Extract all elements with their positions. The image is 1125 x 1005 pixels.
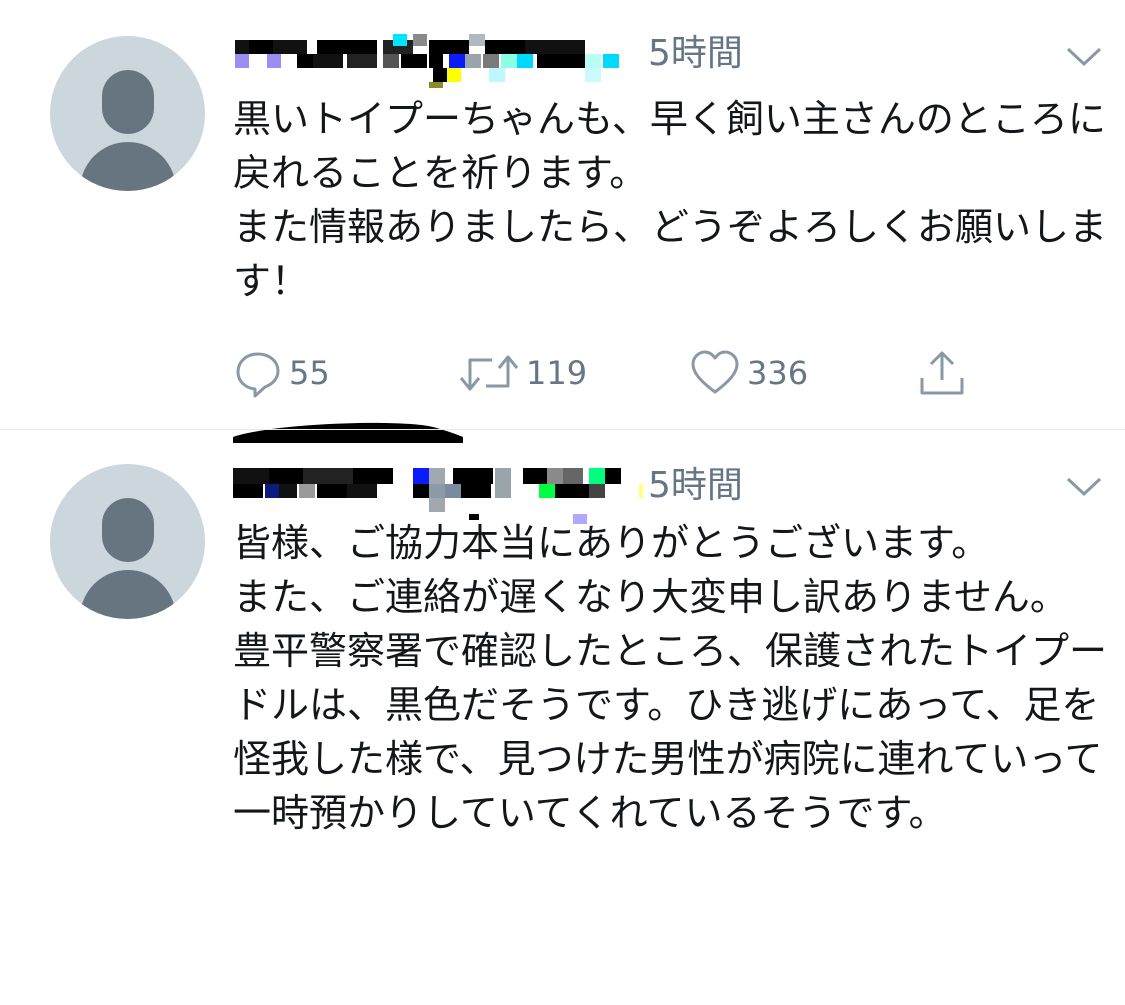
- like-button[interactable]: 336: [689, 345, 808, 401]
- retweet-icon: [459, 355, 519, 391]
- tweet-timestamp[interactable]: 5時間: [648, 466, 743, 506]
- reply-icon: [236, 352, 280, 398]
- reply-button[interactable]: 55: [233, 345, 330, 401]
- tweet-2[interactable]: 5時間 皆様、ご協力本当にありがとうございます。 また、ご連絡が遅くなり大変申し…: [0, 430, 1125, 1005]
- censored-username: [233, 464, 643, 524]
- chevron-down-icon[interactable]: [1066, 476, 1102, 498]
- chevron-down-icon[interactable]: [1066, 46, 1102, 68]
- retweet-button[interactable]: 119: [458, 345, 587, 401]
- share-button[interactable]: [916, 345, 968, 401]
- tweet-text: 黒いトイプーちゃんも、早く飼い主さんのところに戻れることを祈ります。 また情報あ…: [233, 97, 1108, 303]
- tweet-1[interactable]: 5時間 黒いトイプーちゃんも、早く飼い主さんのところに戻れることを祈ります。 ま…: [0, 0, 1125, 430]
- retweet-count: 119: [526, 354, 588, 392]
- share-icon: [920, 351, 964, 395]
- tweet-text: 皆様、ご協力本当にありがとうございます。 また、ご連絡が遅くなり大変申し訳ありま…: [233, 521, 1108, 835]
- tweet-actions: 55 119 336: [233, 345, 993, 401]
- like-count: 336: [747, 354, 809, 392]
- tweet-timestamp[interactable]: 5時間: [648, 34, 743, 74]
- reply-count: 55: [289, 354, 330, 392]
- heart-icon: [691, 350, 739, 394]
- default-avatar-icon[interactable]: [50, 464, 205, 619]
- censored-username: [233, 34, 643, 88]
- default-avatar-icon[interactable]: [50, 36, 205, 191]
